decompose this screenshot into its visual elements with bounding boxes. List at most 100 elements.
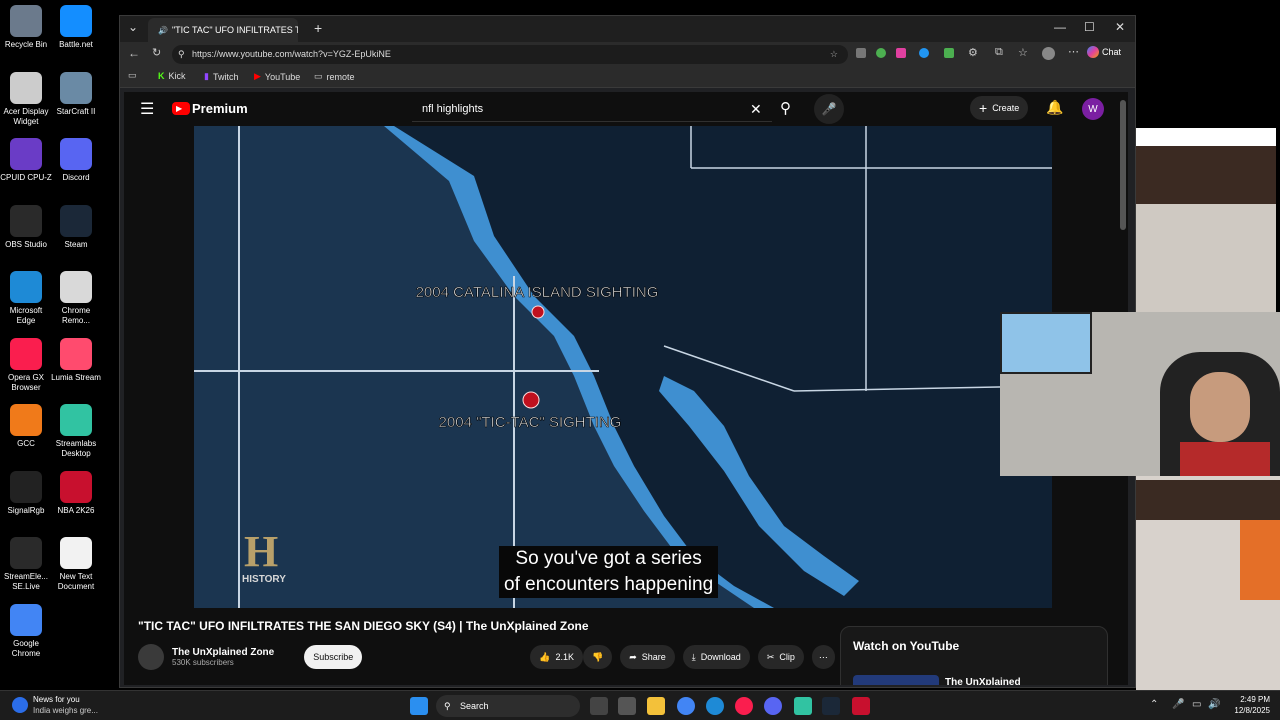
taskbar-search-box[interactable]: ⚲ Search <box>436 695 580 717</box>
share-button[interactable]: ➦ Share <box>620 645 675 669</box>
catalina-sighting-marker <box>531 305 545 319</box>
clock[interactable]: 2:49 PM 12/8/2025 <box>1226 694 1270 716</box>
clear-search-icon[interactable]: ✕ <box>750 101 762 118</box>
desktop-icon-nba2k[interactable]: NBA 2K26 <box>50 470 102 516</box>
desktop-icon-recycle-bin[interactable]: Recycle Bin <box>0 5 52 50</box>
page-scrollbar[interactable] <box>1120 100 1126 230</box>
task-view-icon[interactable] <box>590 697 608 715</box>
network-icon[interactable]: ▭ <box>1192 699 1201 710</box>
channel-avatar[interactable] <box>138 644 164 670</box>
desktop-icon-operagx[interactable]: Opera GX Browser <box>0 337 52 393</box>
desktop-icon-streamlabs[interactable]: Streamlabs Desktop <box>50 404 102 459</box>
desktop-icon-cpuz[interactable]: CPUID CPU-Z <box>0 138 52 183</box>
desktop-icon-battlenet[interactable]: Battle.net <box>50 5 102 50</box>
fav-remote[interactable]: ▭ remote <box>314 71 355 82</box>
desktop-icon-label: Recycle Bin <box>4 40 48 49</box>
create-button[interactable]: + Create <box>970 96 1029 120</box>
premium-logo[interactable]: Premium <box>192 101 248 116</box>
desktop-icon-gcc[interactable]: GCC <box>0 404 52 449</box>
more-menu-icon[interactable]: ⋯ <box>1068 45 1079 58</box>
download-icon: ⤓ <box>691 651 696 662</box>
channel-row: The UnXplained Zone 530K subscribers Sub… <box>138 644 835 670</box>
more-actions-icon[interactable]: ⋯ <box>811 645 835 669</box>
extension-3-icon[interactable] <box>896 48 906 58</box>
url-text: https://www.youtube.com/watch?v=YGZ-EpUk… <box>192 49 391 59</box>
desktop-icon-discord[interactable]: Discord <box>50 138 102 183</box>
new-tab-icon[interactable]: + <box>314 20 322 36</box>
desktop-icon-signalrgb[interactable]: SignalRgb <box>0 470 52 516</box>
windows-start-icon[interactable] <box>410 697 428 715</box>
desktop-icon-streamelements[interactable]: StreamEle... SE.Live <box>0 537 52 592</box>
subscribe-button[interactable]: Subscribe <box>304 645 363 669</box>
desktop-icon-lumia[interactable]: Lumia Stream <box>50 337 102 383</box>
notifications-bell-icon[interactable]: 🔔 <box>1046 99 1063 116</box>
desktop-icon-steam[interactable]: Steam <box>50 204 102 250</box>
related-thumbnail[interactable] <box>853 675 939 685</box>
copilot-chat-button[interactable]: Chat <box>1087 46 1121 58</box>
split-screen-icon[interactable]: ⧉ <box>995 46 1003 59</box>
download-button[interactable]: ⤓ Download <box>682 645 750 669</box>
desktop-icon-label: Steam <box>64 239 88 249</box>
taskbar-nba2k-icon[interactable] <box>852 697 870 715</box>
extension-icon[interactable] <box>856 48 866 58</box>
desktop-icon-label: StreamEle... SE.Live <box>3 572 48 591</box>
taskbar-chrome-icon[interactable] <box>677 697 695 715</box>
extension-4-icon[interactable] <box>919 48 929 58</box>
fav-kick[interactable]: K Kick <box>158 71 186 81</box>
dislike-button[interactable]: 👎 <box>583 645 613 669</box>
video-player[interactable]: 2004 CATALINA ISLAND SIGHTING 2004 "TIC-… <box>194 126 1052 608</box>
voice-search-icon[interactable]: 🎤 <box>814 94 844 124</box>
taskbar-discord-icon[interactable] <box>764 697 782 715</box>
desktop-icon-chrome[interactable]: Google Chrome <box>0 603 52 659</box>
clip-button[interactable]: ✂ Clip <box>757 645 804 669</box>
favorites-icon[interactable]: ☆ <box>1018 46 1028 59</box>
back-icon[interactable]: ← <box>128 46 140 60</box>
news-widget[interactable]: News for you India weighs gre... <box>33 694 98 716</box>
maximize-icon[interactable]: ☐ <box>1084 20 1095 34</box>
profile-avatar[interactable] <box>1042 47 1055 60</box>
address-input[interactable]: ⚲ https://www.youtube.com/watch?v=YGZ-Ep… <box>172 45 848 64</box>
volume-icon[interactable]: 🔊 <box>1208 699 1220 710</box>
desktop-icon-label: GCC <box>17 439 35 448</box>
like-button[interactable]: 👍 2.1K <box>530 645 583 669</box>
refresh-icon[interactable]: ↻ <box>152 46 161 59</box>
tray-mic-icon[interactable]: 🎤 <box>1172 699 1184 710</box>
desktop-icon-acer-display[interactable]: Acer Display Widget <box>0 71 52 127</box>
taskbar-edge-icon[interactable] <box>706 697 724 715</box>
minimize-icon[interactable]: — <box>1054 20 1066 34</box>
extensions-puzzle-icon[interactable]: ⚙ <box>968 46 978 59</box>
acer-display-icon <box>10 71 42 104</box>
account-avatar[interactable]: W <box>1082 98 1104 120</box>
favorites-bar-icon: ▭ <box>128 70 137 80</box>
desktop-icon-edge[interactable]: Microsoft Edge <box>0 271 52 326</box>
browser-tab[interactable]: 🔊 "TIC TAC" UFO INFILTRATES TH ✕ <box>148 18 298 42</box>
desktop-icon-obs[interactable]: OBS Studio <box>0 204 52 250</box>
search-input[interactable]: nfl highlights <box>412 96 772 122</box>
taskbar-streamlabs-icon[interactable] <box>794 697 812 715</box>
file-explorer-icon[interactable] <box>647 697 665 715</box>
tab-list-icon[interactable]: ⌄ <box>128 20 138 34</box>
taskbar-steam-icon[interactable] <box>822 697 840 715</box>
desktop-icon-label: Acer Display Widget <box>3 106 49 126</box>
desktop-icon-text-document[interactable]: New Text Document <box>50 537 102 592</box>
desktop-icon-chrome-remote[interactable]: Chrome Remo... <box>50 271 102 326</box>
watch-on-youtube-panel[interactable]: Watch on YouTube The UnXplained <box>840 626 1108 685</box>
close-window-icon[interactable]: ✕ <box>1115 20 1125 34</box>
download-label: Download <box>700 652 741 662</box>
channel-name[interactable]: The UnXplained Zone <box>172 647 274 658</box>
site-info-icon[interactable]: ⚲ <box>178 45 185 64</box>
search-icon[interactable]: ⚲ <box>780 99 791 117</box>
fav-youtube[interactable]: ▶ YouTube <box>254 71 300 82</box>
menu-icon[interactable]: ☰ <box>140 99 154 119</box>
tray-chevron-icon[interactable]: ⌃ <box>1150 699 1158 710</box>
extension-5-icon[interactable] <box>944 48 954 58</box>
extension-2-icon[interactable] <box>876 48 886 58</box>
news-widget-icon[interactable] <box>12 697 28 713</box>
speaker-icon[interactable]: 🔊 <box>158 26 168 35</box>
favorite-star-icon[interactable]: ☆ <box>830 45 838 64</box>
taskbar-operagx-icon[interactable] <box>735 697 753 715</box>
fav-twitch[interactable]: ▮ Twitch <box>204 71 238 82</box>
signalrgb-icon <box>10 470 42 503</box>
desktop-icon-starcraft[interactable]: StarCraft II <box>50 71 102 117</box>
widgets-icon[interactable] <box>618 697 636 715</box>
